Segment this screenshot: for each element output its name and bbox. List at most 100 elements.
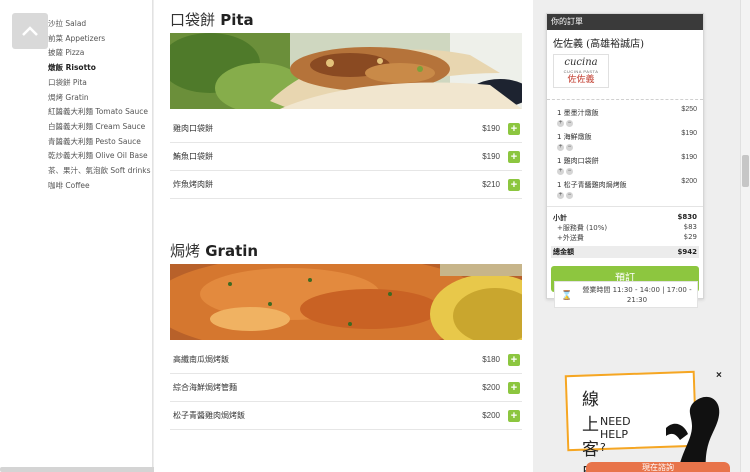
order-line: 1 海鮮燉飯 $190 + −: [557, 130, 697, 151]
category-link-olive-oil[interactable]: 乾炒義大利麵 Olive Oil Base: [48, 149, 151, 164]
order-line-text: 1 海鮮燉飯: [557, 133, 592, 141]
menu-item-price: $210: [482, 180, 500, 189]
menu-item: 高纖南瓜焗烤飯 $180 +: [170, 346, 522, 374]
menu-section-gratin: 焗烤 Gratin 高纖南瓜焗烤飯 $180 + 綜合海鮮焗烤管麵 $200 +…: [170, 240, 522, 430]
add-to-order-button[interactable]: +: [508, 178, 520, 191]
add-to-order-button[interactable]: +: [508, 409, 520, 422]
support-figure-icon: [666, 396, 720, 472]
category-link-appetizers[interactable]: 前菜 Appetizers: [48, 32, 151, 47]
menu-item: 綜合海鮮焗烤管麵 $200 +: [170, 374, 522, 402]
category-link-cream-sauce[interactable]: 白醬義大利麵 Cream Sauce: [48, 120, 151, 135]
section-title-cn: 口袋餅: [170, 11, 216, 29]
help-title-cn: 線上客服: [582, 390, 600, 472]
logo-chinese: 佐佐義: [567, 75, 595, 85]
back-to-top-button[interactable]: [12, 13, 48, 49]
qty-minus-button[interactable]: −: [566, 144, 573, 151]
menu-item: 雞肉口袋餅 $190 +: [170, 115, 522, 143]
order-line: 1 墨墨汁燉飯 $250 + −: [557, 106, 697, 127]
order-line: 1 松子青醬雞肉焗烤飯 $200 + −: [557, 178, 697, 199]
order-panel: 你的訂單 佐佐義 (高雄裕誠店) cucina CUCINA PASTA 佐佐義…: [546, 13, 704, 299]
qty-minus-button[interactable]: −: [566, 168, 573, 175]
logo-wordmark: cucina: [564, 57, 598, 68]
subtotal-row: 小計 $830: [551, 213, 699, 223]
menu-item-name: 雞肉口袋餅: [173, 124, 213, 133]
category-link-coffee[interactable]: 咖啡 Coffee: [48, 179, 151, 194]
menu-item-list: 高纖南瓜焗烤飯 $180 + 綜合海鮮焗烤管麵 $200 + 松子青醬雞肉焗烤飯…: [170, 346, 522, 430]
order-lines: 1 墨墨汁燉飯 $250 + − 1 海鮮燉飯 $190 + − 1 雞肉口袋餅…: [547, 100, 703, 199]
category-list: 沙拉 Salad 前菜 Appetizers 披薩 Pizza 燉飯 Risot…: [48, 17, 151, 193]
help-title-en: NEED HELP ?: [600, 415, 631, 454]
order-line-amount: $250: [681, 106, 697, 113]
menu-item: 炸魚烤肉餅 $210 +: [170, 171, 522, 199]
business-hours: ⌛ 營業時間 11:30 - 14:00 | 17:00 - 21:30: [554, 281, 698, 308]
section-title-cn: 焗烤: [170, 242, 201, 260]
service-fee-value: $83: [683, 223, 697, 231]
pita-photo: [170, 33, 522, 109]
order-line-text: 1 雞肉口袋餅: [557, 157, 599, 165]
qty-plus-button[interactable]: +: [557, 192, 564, 199]
menu-item-name: 炸魚烤肉餅: [173, 180, 213, 189]
category-link-pizza[interactable]: 披薩 Pizza: [48, 46, 151, 61]
order-totals: 小計 $830 +服務費 (10%) $83 +外送費 $29 總金額 $942: [547, 206, 703, 258]
menu-section-pita: 口袋餅 Pita 雞肉口袋餅 $190 + 鮪魚口袋餅 $190 + 炸魚烤肉餅…: [170, 9, 522, 199]
vertical-scrollbar[interactable]: [740, 0, 750, 472]
menu-item-price: $190: [482, 124, 500, 133]
menu-item-price: $180: [482, 355, 500, 364]
hourglass-icon: ⌛: [561, 290, 573, 300]
qty-plus-button[interactable]: +: [557, 168, 564, 175]
category-link-salad[interactable]: 沙拉 Salad: [48, 17, 151, 32]
chevron-up-icon: [22, 26, 38, 36]
menu-content: 口袋餅 Pita 雞肉口袋餅 $190 + 鮪魚口袋餅 $190 + 炸魚烤肉餅…: [154, 0, 533, 472]
scrollbar-thumb[interactable]: [742, 155, 749, 187]
total-value: $942: [677, 248, 697, 256]
menu-item-name: 鮪魚口袋餅: [173, 152, 213, 161]
category-link-pita[interactable]: 口袋餅 Pita: [48, 76, 151, 91]
add-to-order-button[interactable]: +: [508, 381, 520, 394]
service-fee-label: +服務費 (10%): [557, 224, 608, 232]
store-name: 佐佐義 (高雄裕誠店): [553, 39, 644, 50]
category-link-risotto[interactable]: 燉飯 Risotto: [48, 61, 151, 76]
store-logo: cucina CUCINA PASTA 佐佐義: [553, 54, 609, 88]
category-link-pesto-sauce[interactable]: 青醬義大利麵 Pesto Sauce: [48, 135, 151, 150]
section-title-en: Pita: [220, 11, 254, 29]
add-to-order-button[interactable]: +: [508, 353, 520, 366]
service-fee-row: +服務費 (10%) $83: [551, 223, 699, 233]
delivery-fee-label: +外送費: [557, 234, 584, 242]
category-link-tomato-sauce[interactable]: 紅醬義大利麵 Tomato Sauce: [48, 105, 151, 120]
menu-item-price: $200: [482, 383, 500, 392]
category-sidebar: 沙拉 Salad 前菜 Appetizers 披薩 Pizza 燉飯 Risot…: [0, 0, 250, 472]
category-link-soft-drinks[interactable]: 茶、果汁、氣泡飲 Soft drinks: [48, 164, 151, 179]
menu-item-price: $190: [482, 152, 500, 161]
qty-plus-button[interactable]: +: [557, 144, 564, 151]
order-line-amount: $200: [681, 178, 697, 185]
order-line-text: 1 松子青醬雞肉焗烤飯: [557, 181, 627, 189]
section-title: 焗烤 Gratin: [170, 240, 522, 262]
add-to-order-button[interactable]: +: [508, 150, 520, 163]
section-title: 口袋餅 Pita: [170, 9, 522, 31]
chat-now-tab[interactable]: 現在諮詢: [586, 462, 730, 472]
order-line-amount: $190: [681, 130, 697, 137]
delivery-fee-row: +外送費 $29: [551, 233, 699, 243]
total-row: 總金額 $942: [551, 246, 699, 258]
menu-item-price: $200: [482, 411, 500, 420]
add-to-order-button[interactable]: +: [508, 122, 520, 135]
menu-item-name: 松子青醬雞肉焗烤飯: [173, 411, 245, 420]
delivery-fee-value: $29: [683, 233, 697, 241]
category-link-gratin[interactable]: 焗烤 Gratin: [48, 91, 151, 106]
order-line-text: 1 墨墨汁燉飯: [557, 109, 599, 117]
menu-item: 松子青醬雞肉焗烤飯 $200 +: [170, 402, 522, 430]
order-line-amount: $190: [681, 154, 697, 161]
subtotal-label: 小計: [553, 214, 567, 222]
qty-plus-button[interactable]: +: [557, 120, 564, 127]
qty-minus-button[interactable]: −: [566, 120, 573, 127]
qty-minus-button[interactable]: −: [566, 192, 573, 199]
subtotal-value: $830: [677, 213, 697, 221]
menu-item-name: 綜合海鮮焗烤管麵: [173, 383, 237, 392]
section-title-en: Gratin: [205, 242, 259, 260]
store-info: 佐佐義 (高雄裕誠店) cucina CUCINA PASTA 佐佐義: [547, 30, 703, 88]
total-label: 總金額: [553, 248, 574, 256]
menu-item: 鮪魚口袋餅 $190 +: [170, 143, 522, 171]
gratin-photo: [170, 264, 522, 340]
close-help-button[interactable]: ×: [716, 370, 722, 381]
menu-item-list: 雞肉口袋餅 $190 + 鮪魚口袋餅 $190 + 炸魚烤肉餅 $210 +: [170, 115, 522, 199]
